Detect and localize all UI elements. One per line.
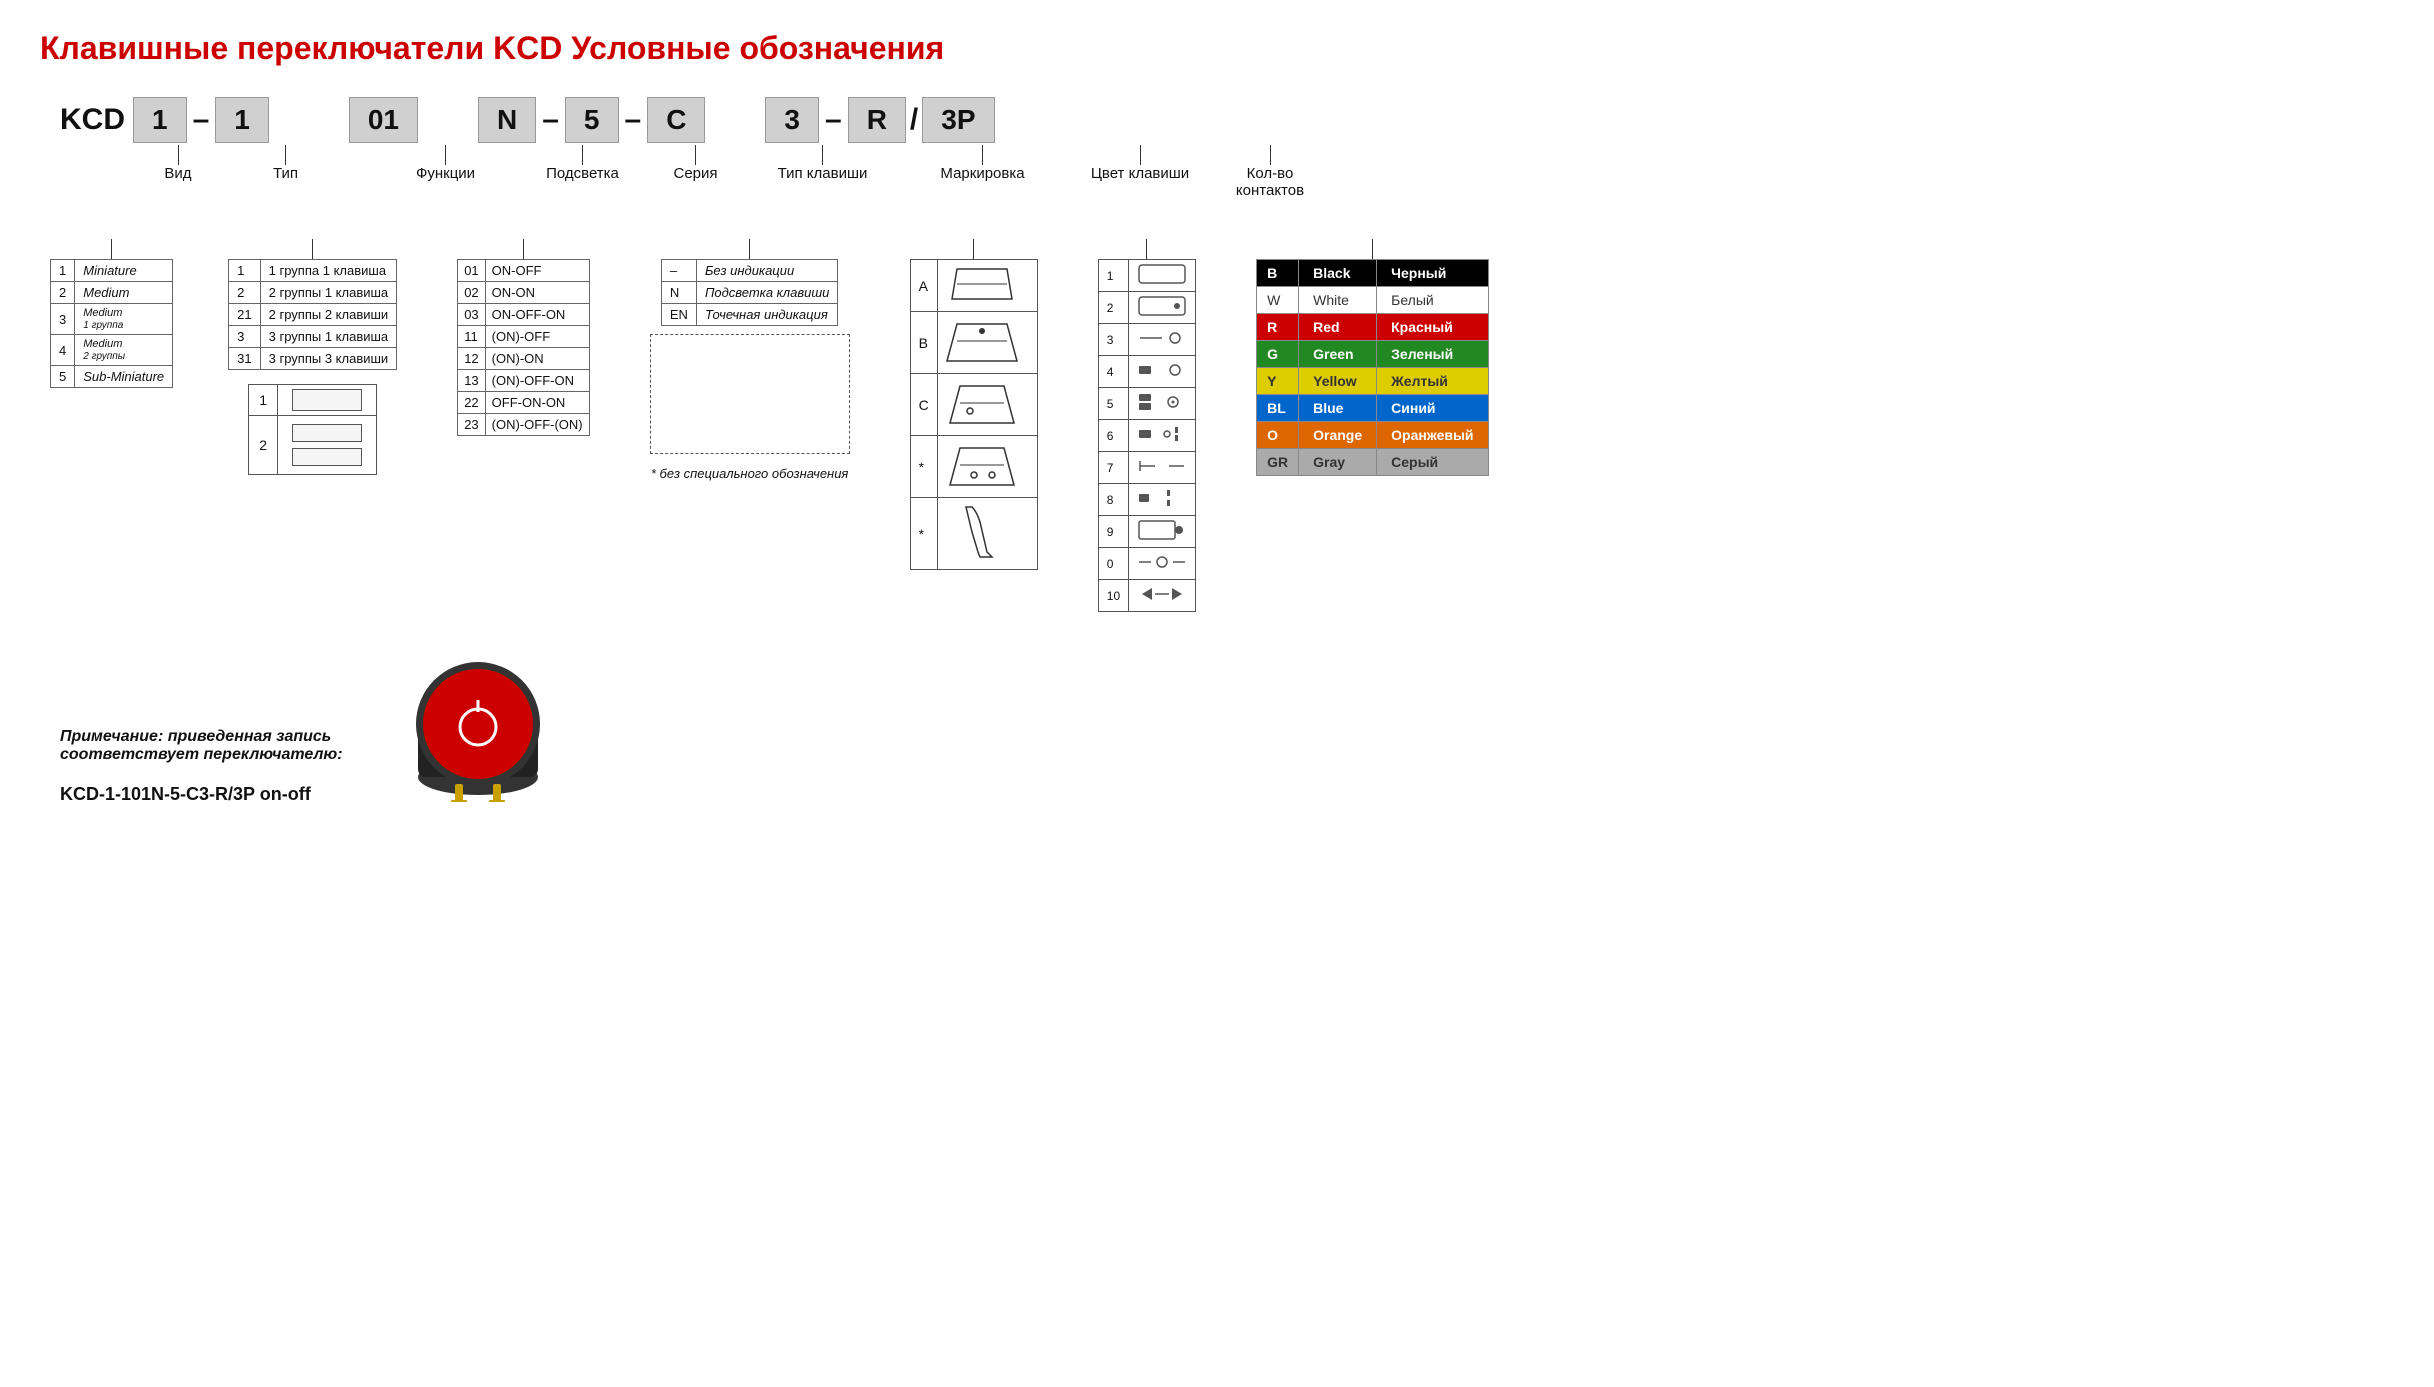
label-vid: Вид <box>164 165 191 182</box>
code-dash-4: – <box>825 103 842 137</box>
table-row: 2 2 группы 1 клавиша <box>229 282 397 304</box>
schematic-wrapper: KCD 1 – 1 01 N – 5 – C 3 – R <box>40 97 2394 199</box>
table-row: 6 <box>1098 420 1195 452</box>
note-text-1: Примечание: приведенная запись <box>60 728 343 746</box>
tip-klavishi-table: A B <box>910 259 1038 570</box>
table-row: * <box>910 436 1037 498</box>
table-row: 8 <box>1098 484 1195 516</box>
table-row: 2 <box>249 416 377 475</box>
code-box-5: 5 <box>565 97 619 143</box>
table-row: * <box>910 498 1037 570</box>
code-box-7: 3 <box>765 97 819 143</box>
tip-table: 1 1 группа 1 клавиша 2 2 группы 1 клавиш… <box>228 259 397 370</box>
table-row: 31 3 группы 3 клавиши <box>229 348 397 370</box>
code-box-6: C <box>647 97 705 143</box>
table-row: 7 <box>1098 452 1195 484</box>
code-box-8: R <box>848 97 906 143</box>
table-row: 3 Medium1 группа <box>51 304 173 335</box>
light-section: –Без индикации NПодсветка клавиши ENТоче… <box>650 239 850 481</box>
table-row: 22OFF-ON-ON <box>458 392 589 414</box>
page-title: Клавишные переключатели KCD Условные обо… <box>40 30 2394 67</box>
vid-section: 1 Miniature 2 Medium 3 Medium1 группа 4 … <box>50 239 173 388</box>
table-row: Y Yellow Желтый <box>1257 368 1488 395</box>
code-box-4: N <box>478 97 536 143</box>
table-row: 03ON-OFF-ON <box>458 304 589 326</box>
table-row: G Green Зеленый <box>1257 341 1488 368</box>
table-row: 2 <box>1098 292 1195 324</box>
code-slash: / <box>910 103 918 137</box>
func-table: 01ON-OFF 02ON-ON 03ON-OFF-ON 11(ON)-OFF … <box>457 259 589 436</box>
table-row: 13(ON)-OFF-ON <box>458 370 589 392</box>
code-box-2: 1 <box>215 97 269 143</box>
label-markirovka: Маркировка <box>940 165 1024 182</box>
table-row: 11(ON)-OFF <box>458 326 589 348</box>
mark-section: 1 2 3 4 <box>1098 239 1196 612</box>
table-row: 01ON-OFF <box>458 260 589 282</box>
table-row: 12(ON)-ON <box>458 348 589 370</box>
table-row: C <box>910 374 1037 436</box>
table-row: 3 3 группы 1 клавиша <box>229 326 397 348</box>
table-row: NПодсветка клавиши <box>661 282 838 304</box>
tip-section: 1 1 группа 1 клавиша 2 2 группы 1 клавиш… <box>228 239 397 475</box>
table-row: 02ON-ON <box>458 282 589 304</box>
code-dash-3: – <box>625 103 642 137</box>
label-podsvetka: Подсветка <box>546 165 619 182</box>
table-row: W White Белый <box>1257 287 1488 314</box>
table-row: 1 <box>1098 260 1195 292</box>
label-kolvo-kontaktov: Кол-во контактов <box>1236 165 1304 199</box>
switch-illustration <box>403 652 553 805</box>
table-row: 1 <box>249 385 377 416</box>
table-row: 4 <box>1098 356 1195 388</box>
table-row: 3 <box>1098 324 1195 356</box>
table-row: R Red Красный <box>1257 314 1488 341</box>
vid-table: 1 Miniature 2 Medium 3 Medium1 группа 4 … <box>50 259 173 388</box>
table-row: O Orange Оранжевый <box>1257 422 1488 449</box>
mark-table: 1 2 3 4 <box>1098 259 1196 612</box>
label-tip: Тип <box>273 165 298 182</box>
table-row: 9 <box>1098 516 1195 548</box>
table-row: 4 Medium2 группы <box>51 335 173 366</box>
code-prefix: KCD <box>60 103 125 137</box>
color-table: B Black Черный W White Белый R Red Красн… <box>1256 259 1488 476</box>
table-row: 1 1 группа 1 клавиша <box>229 260 397 282</box>
table-row: 2 Medium <box>51 282 173 304</box>
tip-klavishi-section: A B <box>910 239 1038 570</box>
table-row: –Без индикации <box>661 260 838 282</box>
table-row: 1 Miniature <box>51 260 173 282</box>
table-row: B Black Черный <box>1257 260 1488 287</box>
func-section: 01ON-OFF 02ON-ON 03ON-OFF-ON 11(ON)-OFF … <box>457 239 589 436</box>
table-row: GR Gray Серый <box>1257 449 1488 476</box>
table-row: 5 Sub-Miniature <box>51 366 173 388</box>
label-tip-klavishi: Тип клавиши <box>778 165 868 182</box>
note-code: KCD-1-101N-5-C3-R/3P on-off <box>60 784 343 805</box>
note-text-2: соответствует переключателю: <box>60 746 343 764</box>
code-box-9: 3P <box>922 97 994 143</box>
label-seriya: Серия <box>673 165 717 182</box>
tip-diagram: 1 2 <box>248 384 377 475</box>
series-note: * без специального обозначения <box>651 466 848 481</box>
code-dash-1: – <box>193 103 210 137</box>
table-row: 0 <box>1098 548 1195 580</box>
code-box-1: 1 <box>133 97 187 143</box>
note-section: Примечание: приведенная запись соответст… <box>60 652 2394 805</box>
label-funcii: Функции <box>416 165 475 182</box>
code-dash-2: – <box>542 103 559 137</box>
table-row: BL Blue Синий <box>1257 395 1488 422</box>
light-table: –Без индикации NПодсветка клавиши ENТоче… <box>661 259 839 326</box>
table-row: 10 <box>1098 580 1195 612</box>
table-row: B <box>910 312 1037 374</box>
code-box-3: 01 <box>349 97 418 143</box>
table-row: 23(ON)-OFF-(ON) <box>458 414 589 436</box>
table-row: A <box>910 260 1037 312</box>
label-tsvet-klavishi: Цвет клавиши <box>1091 165 1189 182</box>
table-row: 5 <box>1098 388 1195 420</box>
table-row: ENТочечная индикация <box>661 304 838 326</box>
table-row: 21 2 группы 2 клавиши <box>229 304 397 326</box>
color-section: B Black Черный W White Белый R Red Красн… <box>1256 239 1488 476</box>
